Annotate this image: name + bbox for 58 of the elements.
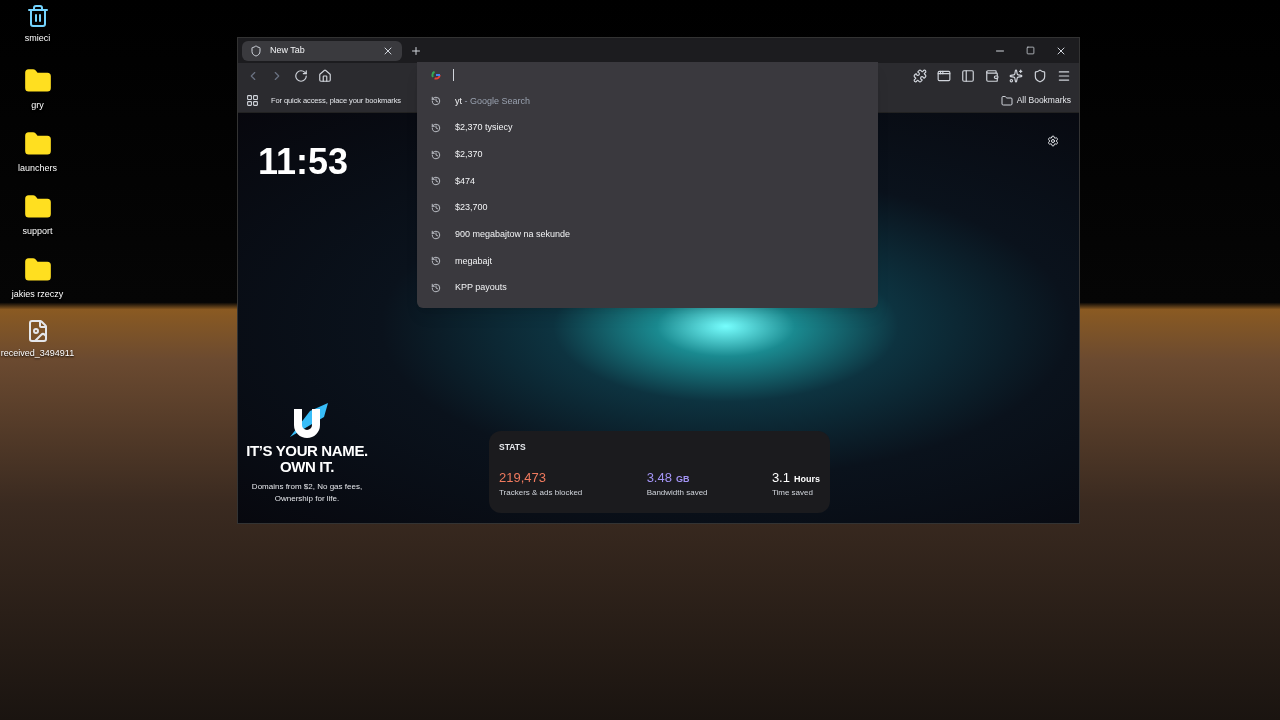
history-icon bbox=[431, 203, 441, 214]
history-icon bbox=[431, 96, 441, 107]
suggestion-item[interactable]: $474 bbox=[417, 168, 878, 195]
suggestion-item[interactable]: megabajt bbox=[417, 248, 878, 275]
sidebar-icon[interactable] bbox=[961, 69, 975, 83]
folder-icon bbox=[23, 67, 52, 95]
ad-headline: IT’S YOUR NAME. bbox=[246, 443, 368, 459]
all-bookmarks-button[interactable]: All Bookmarks bbox=[1000, 94, 1071, 107]
stat-unit: GB bbox=[675, 472, 690, 486]
suggestion-item[interactable]: $23,700 bbox=[417, 194, 878, 222]
stat-value: 3.48 bbox=[646, 468, 672, 487]
ad-tagline: Ownership for life. bbox=[274, 493, 340, 505]
folder-icon bbox=[1000, 94, 1013, 107]
maximize-icon[interactable] bbox=[1026, 46, 1035, 55]
desktop-icon-label[interactable]: jakies rzeczy bbox=[11, 288, 64, 302]
history-icon bbox=[431, 229, 441, 240]
suggestion-item[interactable]: $2,370 tysiecy bbox=[417, 114, 878, 142]
suggestion-item[interactable]: 900 megabajtow na sekunde bbox=[417, 221, 878, 249]
suggestion-item[interactable]: yt - Google Search bbox=[417, 88, 878, 115]
history-icon bbox=[431, 149, 441, 160]
stat-value: 219,473 bbox=[499, 468, 546, 487]
recycle-bin-icon bbox=[25, 4, 50, 28]
stat-label: Trackers & ads blocked bbox=[499, 487, 583, 500]
menu-icon[interactable] bbox=[1057, 69, 1071, 83]
reload-icon[interactable] bbox=[294, 69, 308, 83]
history-icon bbox=[431, 283, 441, 294]
desktop-icon-label[interactable]: received_3494911 bbox=[0, 347, 75, 361]
shield-icon bbox=[250, 44, 262, 57]
folder-icon bbox=[23, 193, 52, 221]
desktop-icon-label[interactable]: smieci bbox=[24, 32, 51, 46]
wallet-icon[interactable] bbox=[985, 69, 999, 83]
folder-icon bbox=[23, 256, 52, 284]
folder-icon bbox=[23, 130, 52, 158]
desktop-icon-label[interactable]: launchers bbox=[18, 162, 57, 176]
stat-unit: Hours bbox=[793, 472, 820, 486]
history-icon bbox=[431, 123, 441, 134]
history-icon bbox=[431, 256, 441, 267]
ad-headline: OWN IT. bbox=[279, 459, 334, 475]
stat-value: 3.1 bbox=[771, 468, 790, 487]
desktop-icon-label[interactable]: support bbox=[22, 225, 53, 239]
suggestion-item[interactable]: $2,370 bbox=[417, 141, 878, 169]
ad-tagline: Domains from $2, No gas fees, bbox=[251, 481, 363, 493]
home-icon[interactable] bbox=[318, 69, 332, 83]
extensions-icon[interactable] bbox=[913, 69, 927, 83]
suggestion-item[interactable]: KPP payouts bbox=[417, 274, 878, 302]
shield-icon[interactable] bbox=[1033, 69, 1047, 83]
stat-label: Time saved bbox=[771, 487, 814, 500]
history-icon bbox=[431, 176, 441, 187]
new-tab-icon[interactable] bbox=[410, 44, 422, 57]
stat-label: Bandwidth saved bbox=[646, 487, 708, 500]
stats-title: STATS bbox=[499, 441, 527, 454]
browser-tab[interactable]: New Tab bbox=[242, 40, 402, 61]
apps-grid-icon[interactable] bbox=[246, 94, 259, 107]
desktop-icon-label[interactable]: gry bbox=[31, 99, 44, 113]
window-icon[interactable] bbox=[937, 69, 951, 83]
sparkles-icon[interactable] bbox=[1009, 69, 1023, 83]
clock: 11:53 bbox=[258, 140, 349, 184]
settings-icon[interactable] bbox=[1047, 135, 1059, 147]
